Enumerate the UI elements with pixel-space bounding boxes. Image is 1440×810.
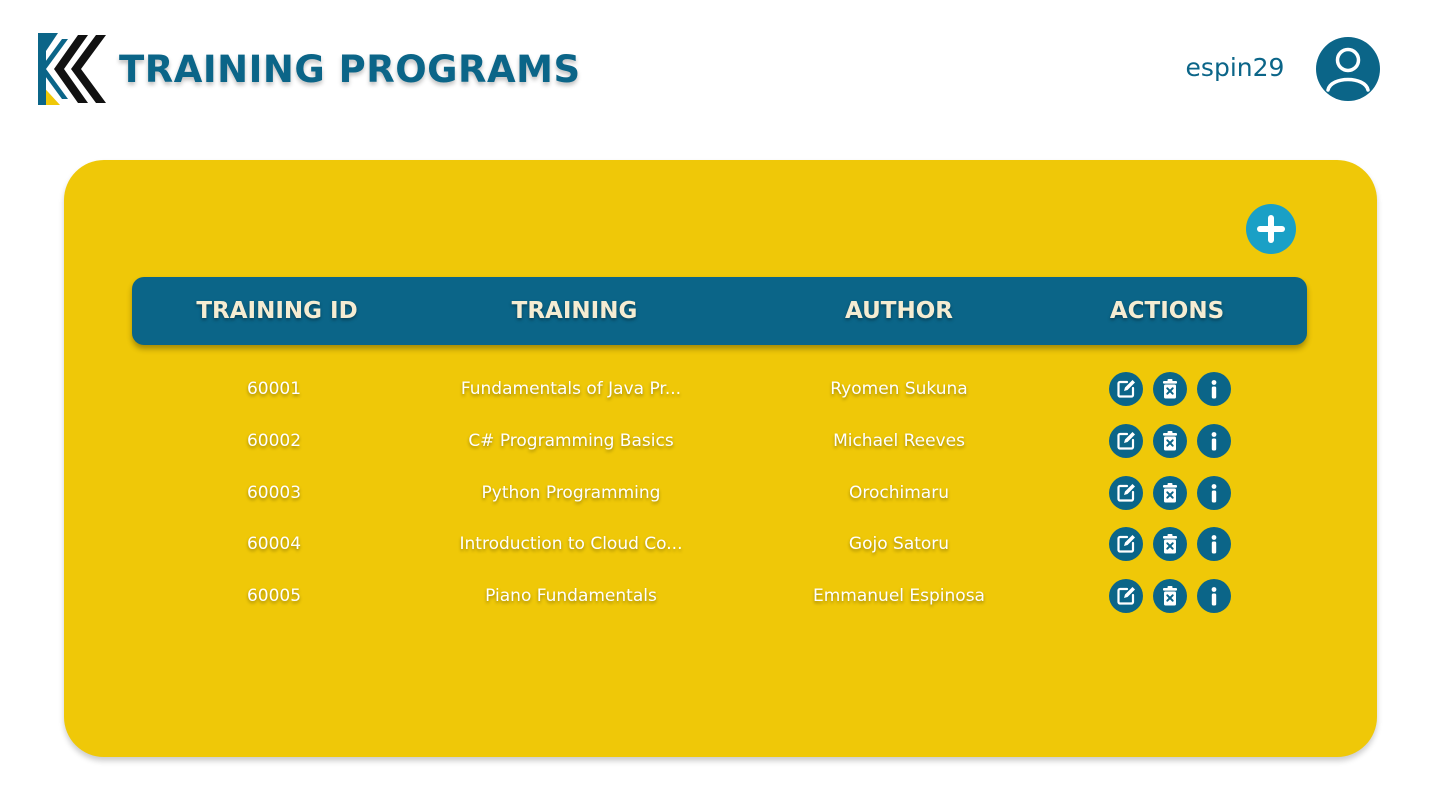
column-header-author: AUTHOR xyxy=(845,298,953,324)
delete-icon xyxy=(1163,430,1177,451)
edit-button[interactable] xyxy=(1109,579,1143,614)
info-icon xyxy=(1211,483,1217,503)
training-name-cell: Introduction to Cloud Co... xyxy=(459,534,683,555)
training-id-cell: 60004 xyxy=(246,534,302,555)
info-button[interactable] xyxy=(1197,372,1231,406)
chevron-k-logo xyxy=(38,33,106,105)
column-header-training: TRAINING xyxy=(511,298,638,324)
edit-icon xyxy=(1117,587,1135,605)
delete-button[interactable] xyxy=(1153,372,1187,406)
info-button[interactable] xyxy=(1197,475,1231,510)
user-icon[interactable] xyxy=(1315,36,1381,102)
edit-button[interactable] xyxy=(1109,423,1143,458)
row-actions xyxy=(1109,527,1239,562)
delete-icon xyxy=(1163,534,1177,554)
author-cell: Ryomen Sukuna xyxy=(830,379,968,399)
edit-button[interactable] xyxy=(1109,372,1143,406)
training-id-cell: 60005 xyxy=(246,586,302,607)
edit-icon xyxy=(1117,380,1135,398)
info-icon xyxy=(1211,380,1217,399)
table-row: 60001 Fundamentals of Java Pr... Ryomen … xyxy=(64,369,1377,409)
info-button[interactable] xyxy=(1197,527,1231,562)
training-id-cell: 60003 xyxy=(246,482,302,503)
delete-icon xyxy=(1163,482,1177,503)
author-cell: Emmanuel Espinosa xyxy=(813,586,985,607)
info-icon xyxy=(1211,431,1217,451)
edit-icon xyxy=(1117,483,1135,502)
info-button[interactable] xyxy=(1197,423,1231,458)
edit-button[interactable] xyxy=(1109,527,1143,562)
edit-icon xyxy=(1117,535,1135,553)
training-name-cell: Python Programming xyxy=(481,482,661,503)
delete-icon xyxy=(1163,586,1177,606)
author-cell: Orochimaru xyxy=(849,482,949,503)
table-row: 60003 Python Programming Orochimaru xyxy=(64,473,1377,513)
row-actions xyxy=(1109,475,1239,510)
table-row: 60004 Introduction to Cloud Co... Gojo S… xyxy=(64,524,1377,564)
edit-button[interactable] xyxy=(1109,475,1143,510)
training-id-cell: 60001 xyxy=(246,379,302,399)
column-header-actions: ACTIONS xyxy=(1109,298,1225,324)
delete-button[interactable] xyxy=(1153,475,1187,510)
username-label: espin29 xyxy=(1185,53,1285,82)
training-table-panel: TRAINING ID TRAINING AUTHOR ACTIONS 6000… xyxy=(64,160,1377,757)
author-cell: Gojo Satoru xyxy=(848,534,950,555)
author-cell: Michael Reeves xyxy=(833,430,965,451)
plus-icon xyxy=(1257,215,1285,243)
training-name-cell: Fundamentals of Java Pr... xyxy=(460,379,682,399)
row-actions xyxy=(1109,579,1239,614)
training-id-cell: 60002 xyxy=(246,430,302,451)
add-training-button[interactable] xyxy=(1246,204,1296,254)
column-header-training-id: TRAINING ID xyxy=(196,298,358,324)
info-icon xyxy=(1211,587,1217,606)
info-icon xyxy=(1211,535,1217,554)
training-name-cell: C# Programming Basics xyxy=(468,430,674,451)
delete-button[interactable] xyxy=(1153,423,1187,458)
table-header: TRAINING ID TRAINING AUTHOR ACTIONS xyxy=(132,277,1307,345)
edit-icon xyxy=(1117,431,1135,450)
delete-button[interactable] xyxy=(1153,579,1187,614)
training-name-cell: Piano Fundamentals xyxy=(485,586,657,607)
table-row: 60002 C# Programming Basics Michael Reev… xyxy=(64,421,1377,461)
table-row: 60005 Piano Fundamentals Emmanuel Espino… xyxy=(64,576,1377,616)
page-title: TRAINING PROGRAMS xyxy=(119,48,581,91)
row-actions xyxy=(1109,423,1239,458)
delete-icon xyxy=(1163,379,1177,399)
row-actions xyxy=(1109,372,1239,406)
delete-button[interactable] xyxy=(1153,527,1187,562)
info-button[interactable] xyxy=(1197,579,1231,614)
